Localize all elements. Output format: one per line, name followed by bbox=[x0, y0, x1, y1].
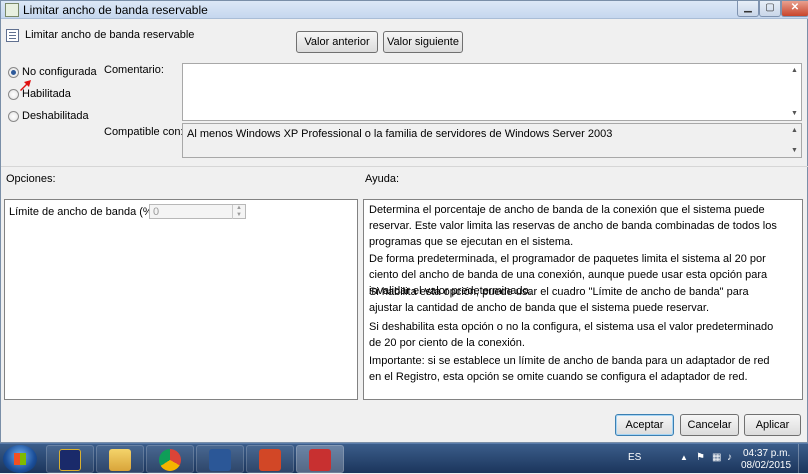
start-button[interactable] bbox=[3, 445, 37, 473]
policy-title: Limitar ancho de banda reservable bbox=[25, 29, 195, 41]
show-hidden-icons-icon[interactable]: ▲ bbox=[680, 453, 688, 462]
taskbar-policy-editor[interactable] bbox=[296, 445, 344, 473]
red-arrow-pointer-icon bbox=[20, 80, 31, 91]
taskbar-powerpoint[interactable] bbox=[246, 445, 294, 473]
word-icon bbox=[209, 449, 231, 471]
maximize-button[interactable]: ▢ bbox=[759, 1, 781, 17]
spinner-up-icon[interactable]: ▲ bbox=[232, 205, 245, 212]
toolbox-icon bbox=[309, 449, 331, 471]
scroll-down-icon[interactable]: ▼ bbox=[791, 147, 798, 154]
policy-setting-icon bbox=[6, 29, 19, 42]
options-title: Opciones: bbox=[6, 173, 56, 185]
folder-icon bbox=[109, 449, 131, 471]
help-paragraph: Si habilita esta opción, puede usar el c… bbox=[369, 286, 749, 314]
comment-label: Comentario: bbox=[104, 64, 164, 76]
policy-window-icon bbox=[5, 3, 19, 17]
scroll-up-icon[interactable]: ▲ bbox=[791, 127, 798, 134]
next-setting-button[interactable]: Valor siguiente bbox=[383, 31, 463, 53]
taskbar-chrome[interactable] bbox=[146, 445, 194, 473]
scroll-down-icon[interactable]: ▼ bbox=[791, 110, 798, 117]
network-icon[interactable]: ▦ bbox=[712, 452, 721, 463]
apply-button[interactable]: Aplicar bbox=[744, 414, 801, 436]
powerpoint-icon bbox=[259, 449, 281, 471]
options-panel bbox=[4, 199, 358, 400]
clock-date[interactable]: 08/02/2015 bbox=[741, 460, 791, 471]
bandwidth-limit-label: Límite de ancho de banda (%): bbox=[9, 206, 160, 218]
show-desktop-button[interactable] bbox=[798, 444, 808, 474]
radio-disabled[interactable] bbox=[8, 111, 19, 122]
section-divider bbox=[1, 166, 808, 167]
minimize-button[interactable]: ▁ bbox=[737, 1, 759, 17]
chrome-icon bbox=[159, 449, 181, 471]
window-title: Limitar ancho de banda reservable bbox=[23, 3, 208, 17]
compatible-field: Al menos Windows XP Professional o la fa… bbox=[182, 123, 802, 158]
scroll-up-icon[interactable]: ▲ bbox=[791, 67, 798, 74]
clock-time[interactable]: 04:37 p.m. bbox=[743, 448, 790, 459]
compatible-value: Al menos Windows XP Professional o la fa… bbox=[187, 128, 613, 140]
bandwidth-limit-value: 0 bbox=[153, 206, 160, 218]
taskbar-word[interactable] bbox=[196, 445, 244, 473]
previous-setting-button[interactable]: Valor anterior bbox=[296, 31, 378, 53]
action-center-icon[interactable]: ⚑ bbox=[696, 452, 705, 463]
close-button[interactable]: ✕ bbox=[781, 1, 808, 17]
help-panel: Determina el porcentaje de ancho de band… bbox=[363, 199, 803, 400]
compatible-scrollbar[interactable]: ▲ ▼ bbox=[789, 124, 801, 157]
help-title: Ayuda: bbox=[365, 173, 400, 185]
help-paragraph: Si deshabilita esta opción o no la confi… bbox=[369, 321, 774, 349]
comment-textarea[interactable]: ▲ ▼ bbox=[182, 63, 802, 121]
help-paragraph: Importante: si se establece un límite de… bbox=[369, 355, 770, 383]
taskbar-explorer[interactable] bbox=[96, 445, 144, 473]
taskbar: ES ▲ ⚑ ▦ ♪ 04:37 p.m. 08/02/2015 bbox=[0, 443, 808, 474]
compatible-label: Compatible con: bbox=[104, 126, 184, 138]
help-paragraph: Determina el porcentaje de ancho de band… bbox=[369, 204, 777, 248]
radio-disabled-label[interactable]: Deshabilitada bbox=[22, 110, 89, 122]
comment-scrollbar[interactable]: ▲ ▼ bbox=[789, 64, 801, 120]
spinner-down-icon[interactable]: ▼ bbox=[232, 212, 245, 219]
cancel-button[interactable]: Cancelar bbox=[680, 414, 739, 436]
volume-icon[interactable]: ♪ bbox=[727, 452, 732, 463]
taskbar-app-1[interactable] bbox=[46, 445, 94, 473]
policy-window: Limitar ancho de banda reservable ▁ ▢ ✕ … bbox=[0, 0, 808, 443]
language-indicator[interactable]: ES bbox=[628, 452, 641, 463]
bandwidth-limit-spinner[interactable]: 0 ▲ ▼ bbox=[149, 204, 246, 219]
title-bar[interactable]: Limitar ancho de banda reservable ▁ ▢ ✕ bbox=[1, 1, 808, 19]
app-icon bbox=[59, 449, 81, 471]
ok-button[interactable]: Aceptar bbox=[615, 414, 674, 436]
radio-not-configured-label[interactable]: No configurada bbox=[22, 66, 97, 78]
